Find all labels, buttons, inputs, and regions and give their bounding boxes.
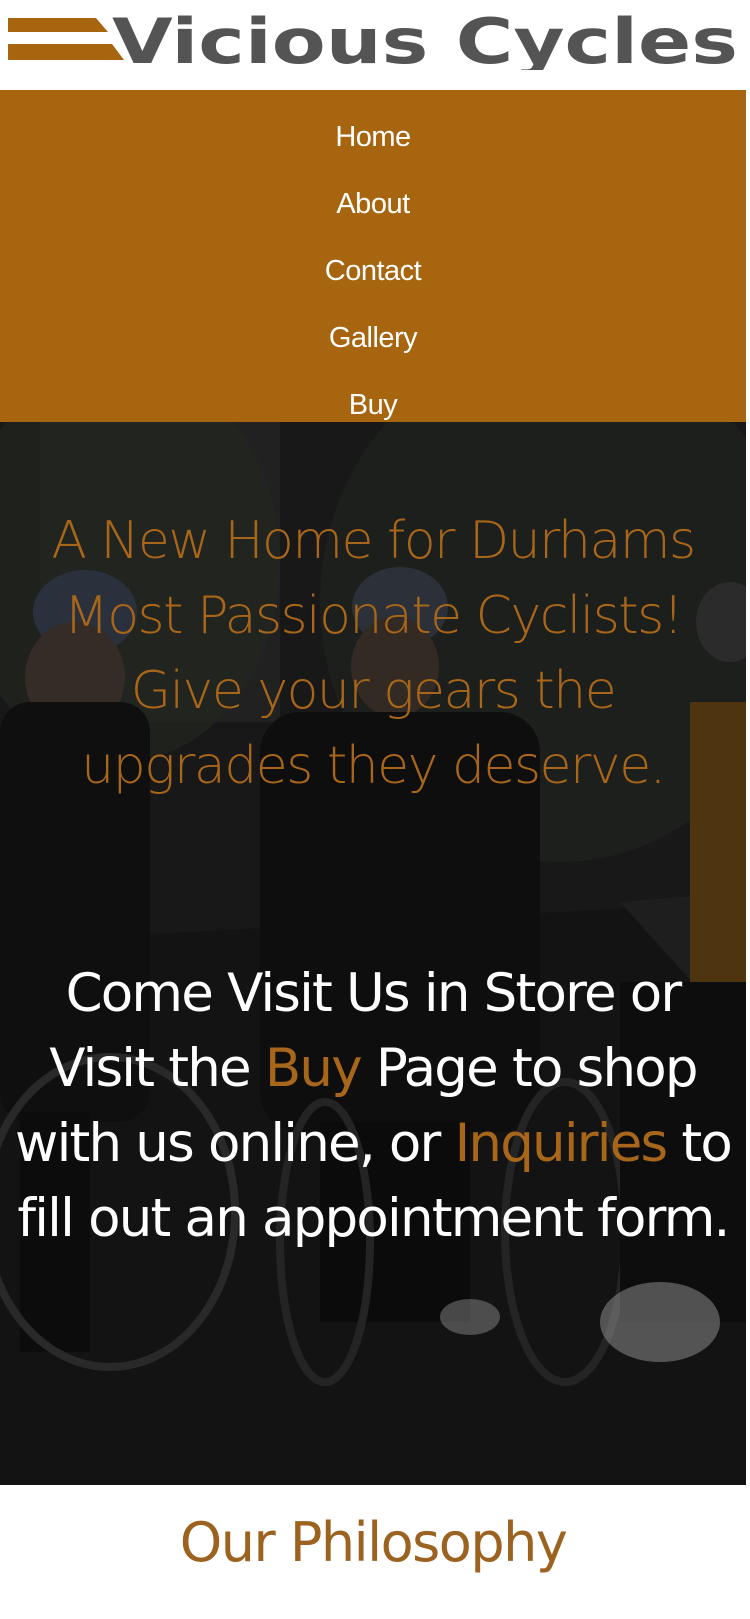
nav-link-gallery[interactable]: Gallery <box>329 322 418 355</box>
nav-item-about: About <box>0 171 746 238</box>
brand-name: Vicious Cycles <box>112 10 738 70</box>
nav-item-contact: Contact <box>0 238 746 305</box>
visit-message: Come Visit Us in Store or Visit the Buy … <box>14 956 733 1256</box>
brand-logo[interactable]: Vicious Cycles <box>8 10 742 70</box>
page: Vicious Cycles Home About Contact Galler… <box>0 0 750 1619</box>
main-nav: Home About Contact Gallery Buy <box>0 90 746 422</box>
nav-link-buy[interactable]: Buy <box>349 389 398 422</box>
logo-svg: Vicious Cycles <box>8 10 738 70</box>
inquiries-link[interactable]: Inquiries <box>455 1113 669 1174</box>
nav-link-contact[interactable]: Contact <box>325 255 422 288</box>
nav-link-about[interactable]: About <box>336 188 410 221</box>
philosophy-heading: Our Philosophy <box>179 1511 568 1574</box>
philosophy-section: Our Philosophy <box>0 1485 750 1619</box>
nav-item-gallery: Gallery <box>0 305 746 372</box>
site-header: Vicious Cycles <box>0 0 750 90</box>
hero-section: A New Home for Durhams Most Passionate C… <box>0 422 746 1485</box>
hero-tagline: A New Home for Durhams Most Passionate C… <box>51 511 696 796</box>
speed-lines-icon <box>8 18 124 60</box>
right-edge-gap <box>746 90 750 1485</box>
buy-link[interactable]: Buy <box>265 1038 363 1099</box>
nav-link-home[interactable]: Home <box>335 121 411 154</box>
nav-item-home: Home <box>0 104 746 171</box>
